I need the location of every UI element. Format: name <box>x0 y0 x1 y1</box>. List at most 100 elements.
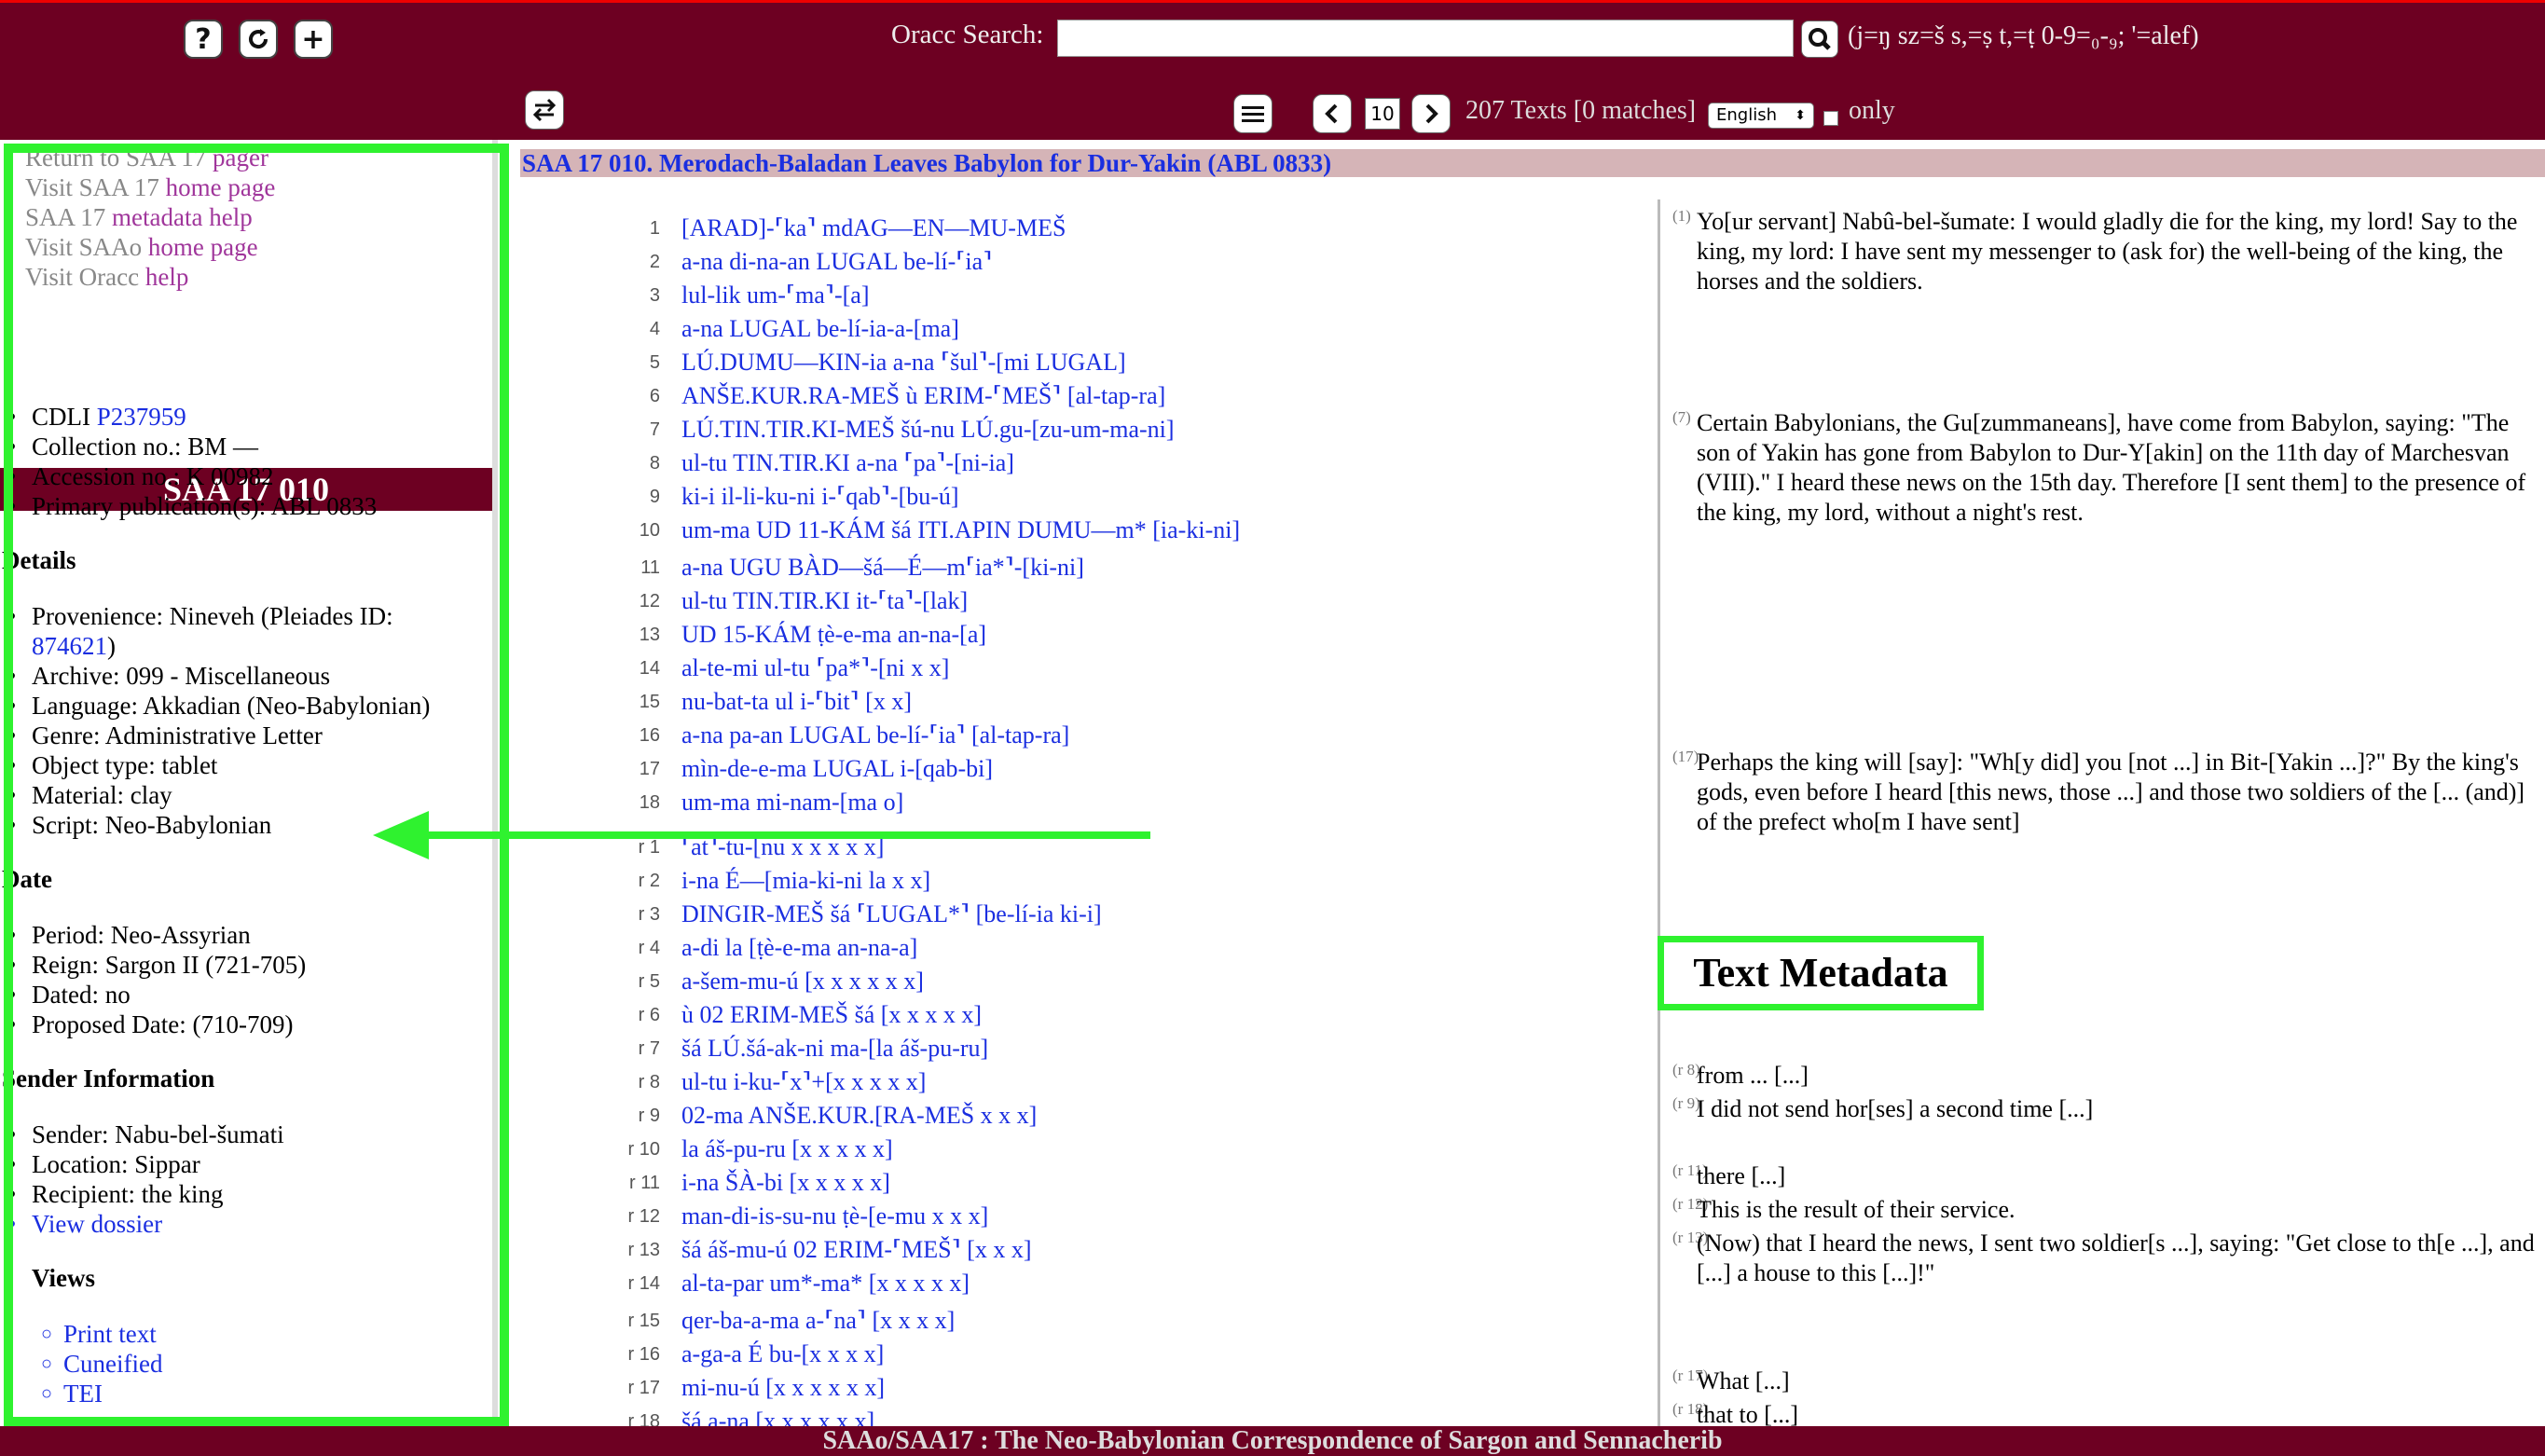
line-number: r 17 <box>627 1378 660 1398</box>
reload-icon[interactable] <box>239 20 278 59</box>
line-number: r 10 <box>627 1139 660 1160</box>
transliteration-line[interactable]: a-na LUGAL be-lí-ia-a-[ma] <box>681 315 959 343</box>
swap-icon[interactable] <box>525 90 564 130</box>
line-number: r 16 <box>627 1344 660 1365</box>
line-number: 13 <box>639 625 660 645</box>
transliteration-line[interactable]: mi-nu-ú [x x x x x x] <box>681 1374 885 1402</box>
line-number: 3 <box>649 285 660 306</box>
search-button[interactable] <box>1801 21 1838 58</box>
line-number: 9 <box>649 487 660 507</box>
line-number: r 4 <box>638 938 660 958</box>
oracc-page: ? + Oracc Search: (j=ŋ sz=š s,=ṣ t,=ṭ 0-… <box>0 0 2545 1456</box>
transliteration-line[interactable]: lul-lik um-⸢ma⸣-[a] <box>681 282 870 309</box>
transliteration-line[interactable]: ul-tu TIN.TIR.KI it-⸢ta⸣-[lak] <box>681 587 968 615</box>
line-number: 8 <box>649 453 660 474</box>
transliteration-line[interactable]: šá áš-mu-ú 02 ERIM-⸢MEŠ⸣ [x x x] <box>681 1236 1032 1264</box>
line-number: 11 <box>640 557 660 578</box>
line-number: 10 <box>639 520 660 541</box>
only-checkbox[interactable] <box>1823 111 1838 126</box>
line-number: r 12 <box>627 1206 660 1227</box>
only-label: only <box>1849 96 1895 125</box>
transliteration-line[interactable]: man-di-is-su-nu ṭè-[e-mu x x x] <box>681 1202 988 1230</box>
transliteration-line[interactable]: i-na É—[mia-ki-ni la x x] <box>681 867 930 895</box>
transliteration-line[interactable]: ul-tu i-ku-⸢x⸣+[x x x x x] <box>681 1068 926 1096</box>
transliteration-line[interactable]: a-na UGU BÀD—šá—É—m⸢ia*⸣-[ki-ni] <box>681 554 1084 582</box>
text-panel: SAA 17 010. Merodach-Baladan Leaves Baby… <box>511 140 2545 1435</box>
transliteration-line[interactable]: LÚ.DUMU—KIN-ia a-na ⸢šul⸣-[mi LUGAL] <box>681 349 1126 377</box>
transliteration-line[interactable]: um-ma UD 11-KÁM šá ITI.APIN DUMU—m* [ia-… <box>681 516 1240 544</box>
highlight-box <box>4 144 509 1426</box>
translation-paragraph: What [...] <box>1697 1367 1790 1394</box>
line-number: r 15 <box>627 1311 660 1331</box>
transliteration-line[interactable]: qer-ba-a-ma a-⸢na⸣ [x x x x] <box>681 1307 955 1335</box>
line-number: 14 <box>639 658 660 679</box>
transliteration-line[interactable]: a-di la [ṭè-e-ma an-na-a] <box>681 934 917 962</box>
transliteration-line[interactable]: i-na ŠÀ-bi [x x x x x] <box>681 1169 890 1197</box>
line-number: 4 <box>649 319 660 339</box>
line-number: 2 <box>649 252 660 272</box>
search-hint: (j=ŋ sz=š s,=ṣ t,=ṭ 0-9=₀-₉; '=alef) <box>1848 21 2199 50</box>
translation-paragraph: I did not send hor[ses] a second time [.… <box>1697 1095 2094 1122</box>
transliteration-line[interactable]: [ARAD]-⸢ka⸣ mdAG—EN—MU-MEŠ <box>681 214 1066 242</box>
line-number: r 2 <box>638 871 660 891</box>
top-header: ? + Oracc Search: (j=ŋ sz=š s,=ṣ t,=ṭ 0-… <box>0 0 2545 140</box>
line-number: r 14 <box>627 1273 660 1294</box>
arrow-icon <box>373 811 1150 859</box>
search-input[interactable] <box>1057 20 1794 57</box>
next-icon[interactable] <box>1411 94 1451 133</box>
line-number: 16 <box>639 725 660 746</box>
text-metadata-callout: Text Metadata <box>1658 936 1984 1010</box>
line-number: 7 <box>649 419 660 440</box>
line-number: r 7 <box>638 1038 660 1059</box>
line-number: 6 <box>649 386 660 406</box>
text-title: SAA 17 010. Merodach-Baladan Leaves Baby… <box>520 149 2545 177</box>
transliteration-line[interactable]: ANŠE.KUR.RA-MEŠ ù ERIM-⸢MEŠ⸣ [al-tap-ra] <box>681 382 1165 410</box>
transliteration-line[interactable]: mìn-de-e-ma LUGAL i-[qab-bi] <box>681 755 993 783</box>
translation-number: (17) <box>1672 748 1699 765</box>
column-divider <box>1658 199 1660 1428</box>
transliteration-line[interactable]: la áš-pu-ru [x x x x x] <box>681 1135 893 1163</box>
transliteration-line[interactable]: LÚ.TIN.TIR.KI-MEŠ šú-nu LÚ.gu-[zu-um-ma-… <box>681 416 1175 444</box>
search-label: Oracc Search: <box>891 20 1044 49</box>
transliteration-line[interactable]: UD 15-KÁM ṭè-e-ma an-na-[a] <box>681 621 986 649</box>
language-select[interactable]: English ⬍ <box>1708 103 1814 129</box>
transliteration-line[interactable]: šá LÚ.šá-ak-ni ma-[la áš-pu-ru] <box>681 1035 988 1063</box>
line-number: 12 <box>639 591 660 611</box>
translation-paragraph: (Now) that I heard the news, I sent two … <box>1697 1229 2535 1286</box>
transliteration-line[interactable]: al-te-mi ul-tu ⸢pa*⸣-[ni x x] <box>681 654 949 682</box>
add-icon[interactable]: + <box>294 20 333 59</box>
line-number: 1 <box>649 218 660 239</box>
transliteration-line[interactable]: a-na di-na-an LUGAL be-lí-⸢ia⸣ <box>681 248 992 276</box>
transliteration-line[interactable]: ki-i il-li-ku-ni i-⸢qab⸣-[bu-ú] <box>681 483 959 511</box>
line-number: 17 <box>639 759 660 779</box>
line-number: r 11 <box>629 1173 660 1193</box>
transliteration-line[interactable]: 02-ma ANŠE.KUR.[RA-MEŠ x x x] <box>681 1102 1037 1130</box>
transliteration-line[interactable]: nu-bat-ta ul i-⸢bit⸣ [x x] <box>681 688 912 716</box>
translation-paragraph: Yo[ur servant] Nabû-bel-šumate: I would … <box>1697 208 2518 295</box>
transliteration-line[interactable]: DINGIR-MEŠ šá ⸢LUGAL*⸣ [be-lí-ia ki-i] <box>681 900 1102 928</box>
line-number: r 6 <box>638 1005 660 1025</box>
menu-icon[interactable] <box>1233 94 1272 133</box>
transliteration-line[interactable]: a-ga-a É bu-[x x x x] <box>681 1340 884 1368</box>
transliteration-line[interactable]: ù 02 ERIM-MEŠ šá [x x x x x] <box>681 1001 982 1029</box>
line-number: 15 <box>639 692 660 712</box>
help-icon[interactable]: ? <box>184 20 223 59</box>
transliteration-line[interactable]: a-šem-mu-ú [x x x x x x] <box>681 968 924 996</box>
translation-paragraph: This is the result of their service. <box>1697 1196 2015 1223</box>
page-number[interactable]: 10 <box>1365 98 1400 130</box>
transliteration-line[interactable]: ul-tu TIN.TIR.KI a-na ⸢pa⸣-[ni-ia] <box>681 449 1014 477</box>
translation-number: (1) <box>1672 207 1691 225</box>
line-number: r 5 <box>638 971 660 992</box>
transliteration-line[interactable]: a-na pa-an LUGAL be-lí-⸢ia⸣ [al-tap-ra] <box>681 721 1069 749</box>
translation-paragraph: Perhaps the king will [say]: "Wh[y did] … <box>1697 749 2525 835</box>
texts-count: 207 Texts [0 matches] <box>1465 96 1697 125</box>
line-number: r 3 <box>638 904 660 925</box>
language-select-value: English <box>1716 105 1777 125</box>
transliteration-line[interactable]: al-ta-par um*-ma* [x x x x x] <box>681 1270 970 1298</box>
line-number: r 13 <box>627 1240 660 1260</box>
translation-paragraph: from ... [...] <box>1697 1062 1809 1089</box>
chevron-updown-icon: ⬍ <box>1795 108 1806 123</box>
line-number: r 8 <box>638 1072 660 1092</box>
prev-icon[interactable] <box>1313 94 1352 133</box>
page-footer: SAAo/SAA17 : The Neo-Babylonian Correspo… <box>0 1426 2545 1456</box>
